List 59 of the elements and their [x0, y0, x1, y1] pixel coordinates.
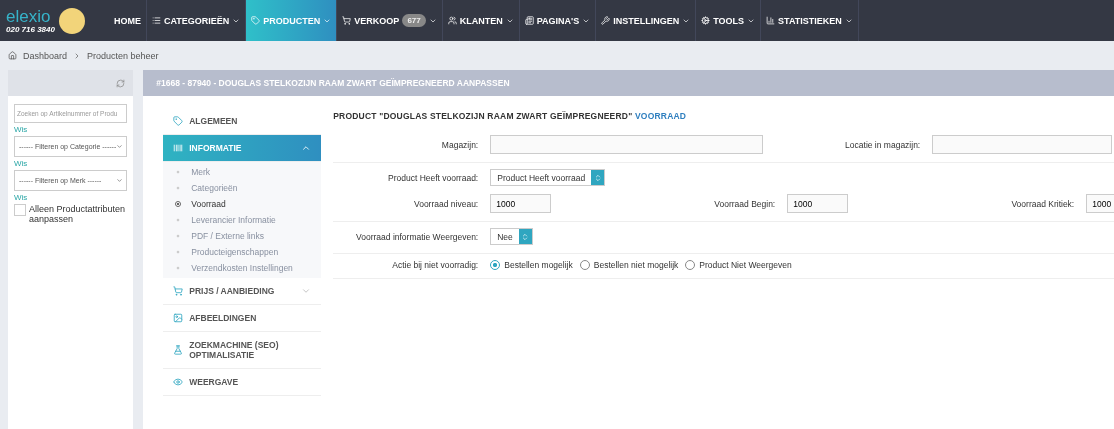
section-icon — [173, 286, 184, 296]
nav-item-icon — [701, 16, 711, 25]
warehouse-field[interactable] — [490, 135, 764, 154]
nav-menu-item[interactable]: STATISTIEKEN — [761, 0, 859, 41]
radio-button[interactable] — [685, 260, 696, 270]
radio-button[interactable] — [490, 260, 501, 270]
checkbox[interactable] — [14, 204, 26, 216]
nav-menu-item[interactable]: HOME — [109, 0, 147, 41]
location-field[interactable] — [932, 135, 1113, 154]
nav-item-icon — [152, 16, 161, 25]
home-icon — [8, 51, 17, 60]
stock-critical-field[interactable]: 1000 — [1086, 194, 1114, 213]
phone-number: 020 716 3840 — [6, 24, 55, 34]
nav-item-icon — [342, 16, 352, 25]
nav-item-icon — [447, 16, 457, 25]
checkbox-label: Alleen Productattributen aanpassen — [29, 204, 127, 224]
field-label: Product Heeft voorraad: — [387, 172, 480, 183]
stock-type-dropdown[interactable]: Product Heeft voorraad — [490, 169, 606, 186]
caret-icon — [116, 177, 124, 184]
field-label: Voorraad Kritiek: — [1010, 198, 1076, 209]
nav-menu-item[interactable]: KLANTEN — [442, 0, 520, 41]
nav-item-icon — [766, 16, 776, 25]
nav-menu-item[interactable]: VERKOOP 677 — [337, 0, 443, 41]
section-icon — [173, 116, 184, 126]
field-label: Voorraad informatie Weergeven: — [355, 231, 480, 242]
field-label: Actie bij niet voorradig: — [391, 260, 480, 270]
field-label: Locatie in magazijn: — [844, 139, 922, 150]
radio-label: Bestellen niet mogelijk — [593, 260, 679, 270]
nav-menu-item[interactable]: TOOLS — [696, 0, 762, 41]
radio-label: Bestellen mogelijk — [504, 260, 573, 270]
nav-menu-item[interactable]: INSTELLINGEN — [596, 0, 697, 41]
brand-logo: elexio — [6, 7, 52, 25]
stock-start-field[interactable]: 1000 — [787, 194, 849, 213]
refresh-icon[interactable] — [116, 78, 126, 88]
stock-level-field[interactable]: 1000 — [490, 194, 552, 213]
field-label: Magazijn: — [440, 139, 480, 150]
mascot-avatar — [58, 7, 85, 34]
nav-menu-item[interactable]: PAGINA'S — [519, 0, 597, 41]
breadcrumb-link[interactable]: Dashboard — [23, 50, 68, 61]
show-stock-dropdown[interactable]: Nee — [490, 228, 533, 245]
count-badge: 677 — [402, 14, 426, 27]
spinner-icon — [593, 173, 602, 182]
section-icon — [173, 313, 184, 323]
field-label: Voorraad niveau: — [412, 198, 480, 209]
nav-item-icon — [251, 16, 261, 25]
section-icon — [173, 345, 184, 355]
panel-title: #1668 - 87940 - DOUGLAS STELKOZIJN RAAM ZWART GEÏMPREGNEERD AANPASSEN — [143, 70, 1114, 96]
radio-button[interactable] — [579, 260, 590, 270]
spinner-icon — [521, 232, 530, 241]
section-icon — [173, 377, 184, 387]
field-label: Voorraad Begin: — [713, 198, 777, 209]
nav-item-icon — [601, 16, 611, 25]
breadcrumb-link[interactable]: Producten beheer — [87, 50, 159, 61]
radio-label: Product Niet Weergeven — [699, 260, 792, 270]
subsection-link[interactable]: Voorraad — [163, 196, 322, 212]
form-title: PRODUCT "DOUGLAS STELKOZIJN RAAM ZWART GEÏMPREGNEERD" VOORRAAD — [333, 110, 688, 123]
nav-item-icon — [524, 16, 534, 25]
caret-icon — [116, 143, 124, 150]
section-icon — [173, 143, 184, 153]
